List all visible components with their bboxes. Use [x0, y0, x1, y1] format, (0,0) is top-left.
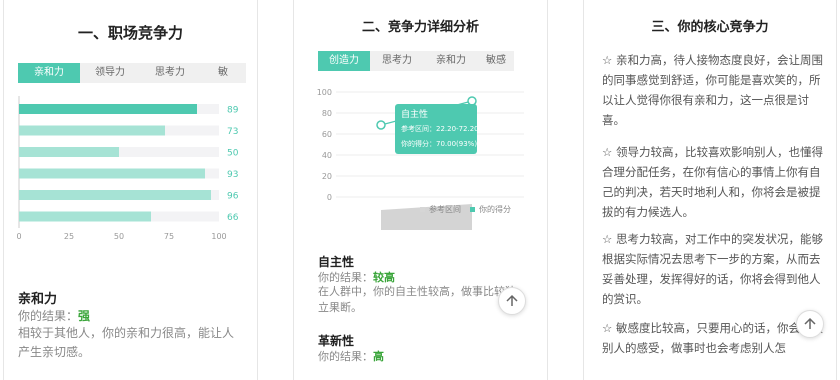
- chart-tooltip: 自主性 参考区间：22.20-72.20 你的得分：70.00(93%): [395, 104, 479, 154]
- score-point[interactable]: [376, 120, 386, 130]
- paragraph-sensitivity: ☆ 敏感度比较高，只要用心的话，你会照顾别人的感受，做事时也会考虑别人怎: [602, 321, 823, 355]
- result-label: 你的结果：: [18, 309, 79, 323]
- bar[interactable]: [19, 211, 151, 222]
- competitiveness-bar-chart: 89 73 50 93 96 66 0 25 50 75 100: [16, 96, 239, 241]
- tab-sensitivity[interactable]: 敏: [200, 63, 246, 83]
- tab-affinity[interactable]: 亲和力: [18, 63, 80, 83]
- result-value: 较高: [373, 271, 395, 284]
- description-line: 相较于其他人，你的亲和力很高，能让人: [18, 326, 235, 340]
- tab-bar: 创造力 思考力 亲和力 敏感: [318, 51, 514, 71]
- bar[interactable]: [19, 125, 165, 136]
- bar-value-label: 89: [227, 106, 239, 116]
- description-line: 产生亲切感。: [18, 345, 91, 359]
- bar-value-label: 73: [227, 127, 238, 137]
- detail-area-chart: 100 80 60 40 20 0 自主性 参考区间：22.20-72.20 你的得分：7…: [317, 88, 524, 230]
- bar-value-label: 93: [227, 170, 238, 180]
- y-tick-label: 60: [322, 130, 332, 139]
- result-line: 你的结果：高: [318, 348, 384, 364]
- tab-sensitivity[interactable]: 敏感: [478, 51, 514, 71]
- section-description: 相较于其他人，你的亲和力很高，能让人 产生亲切感。: [18, 324, 257, 362]
- section-title: 亲和力: [18, 292, 58, 307]
- result-value: 强: [78, 309, 91, 323]
- x-tick-label: 100: [211, 232, 226, 241]
- paragraph-thinking: ☆ 思考力较高，对工作中的突发状况，能够根据实际情况去思考下一步的方案，从而去妥…: [602, 232, 823, 306]
- paragraph-leadership: ☆ 领导力较高，比较喜欢影响别人，也懂得合理分配任务，在你有信心的事情上你有自己…: [602, 145, 823, 219]
- x-tick-label: 0: [16, 232, 21, 241]
- legend-swatch: [470, 207, 475, 212]
- legend-label: 参考区间: [429, 204, 461, 214]
- bar-value-label: 66: [227, 213, 239, 223]
- result-label: 你的结果：: [318, 350, 373, 363]
- y-tick-label: 80: [322, 109, 332, 118]
- result-value: 高: [373, 350, 384, 363]
- panel-title: 二、竞争力详细分析: [361, 20, 479, 35]
- panel-title: 三、你的核心竞争力: [651, 20, 769, 35]
- bar[interactable]: [19, 190, 211, 200]
- tab-thinking[interactable]: 思考力: [140, 63, 200, 83]
- result-line: 你的结果：较高: [318, 269, 395, 285]
- scroll-to-top-button[interactable]: [498, 287, 526, 315]
- arrow-up-icon: [506, 294, 518, 306]
- result-line: 你的结果：强: [18, 307, 90, 324]
- bar-value-label: 96: [227, 192, 239, 202]
- scroll-to-top-button[interactable]: [796, 310, 824, 338]
- panel-title: 一、职场竞争力: [77, 24, 183, 42]
- bar-value-label: 50: [227, 149, 239, 159]
- tab-thinking[interactable]: 思考力: [370, 51, 424, 71]
- section-title: 革新性: [318, 334, 355, 348]
- arrow-up-icon: [804, 317, 816, 329]
- legend-label: 你的得分: [479, 204, 511, 214]
- panel-detailed-analysis: 二、竞争力详细分析 创造力 思考力 亲和力 敏感 100 80 60 40 20 0 自主…: [293, 0, 548, 380]
- tab-affinity[interactable]: 亲和力: [424, 51, 478, 71]
- tooltip-score: 你的得分：70.00(93%): [401, 139, 477, 148]
- result-label: 你的结果：: [318, 271, 373, 284]
- tooltip-title: 自主性: [401, 108, 428, 120]
- x-tick-label: 75: [164, 232, 174, 241]
- y-tick-label: 20: [322, 172, 332, 181]
- bar[interactable]: [19, 147, 119, 157]
- tab-creativity[interactable]: 创造力: [318, 51, 370, 71]
- bar[interactable]: [19, 168, 205, 179]
- tab-leadership[interactable]: 领导力: [80, 63, 140, 83]
- y-tick-label: 0: [327, 193, 332, 202]
- legend-swatch: [420, 207, 425, 212]
- panel-core-competitiveness: 三、你的核心竞争力 ☆ 亲和力高，待人接物态度良好，会让周围的同事感觉到舒适，你…: [583, 0, 837, 380]
- x-tick-label: 50: [114, 232, 124, 241]
- bar[interactable]: [19, 104, 197, 114]
- x-tick-label: 25: [64, 232, 74, 241]
- paragraph-affinity: ☆ 亲和力高，待人接物态度良好，会让周围的同事感觉到舒适，你可能是喜欢笑的，所以…: [602, 53, 823, 127]
- tooltip-range: 参考区间：22.20-72.20: [401, 124, 479, 133]
- y-tick-label: 100: [317, 88, 332, 97]
- tab-bar: 亲和力 领导力 思考力 敏: [18, 63, 246, 83]
- panel-workplace-competitiveness: 一、职场竞争力 亲和力 领导力 思考力 敏 89 73 50 93 96 66 0 25 50 7…: [3, 0, 258, 380]
- score-point[interactable]: [467, 96, 477, 106]
- section-title: 自主性: [318, 255, 355, 269]
- y-tick-label: 40: [322, 151, 332, 160]
